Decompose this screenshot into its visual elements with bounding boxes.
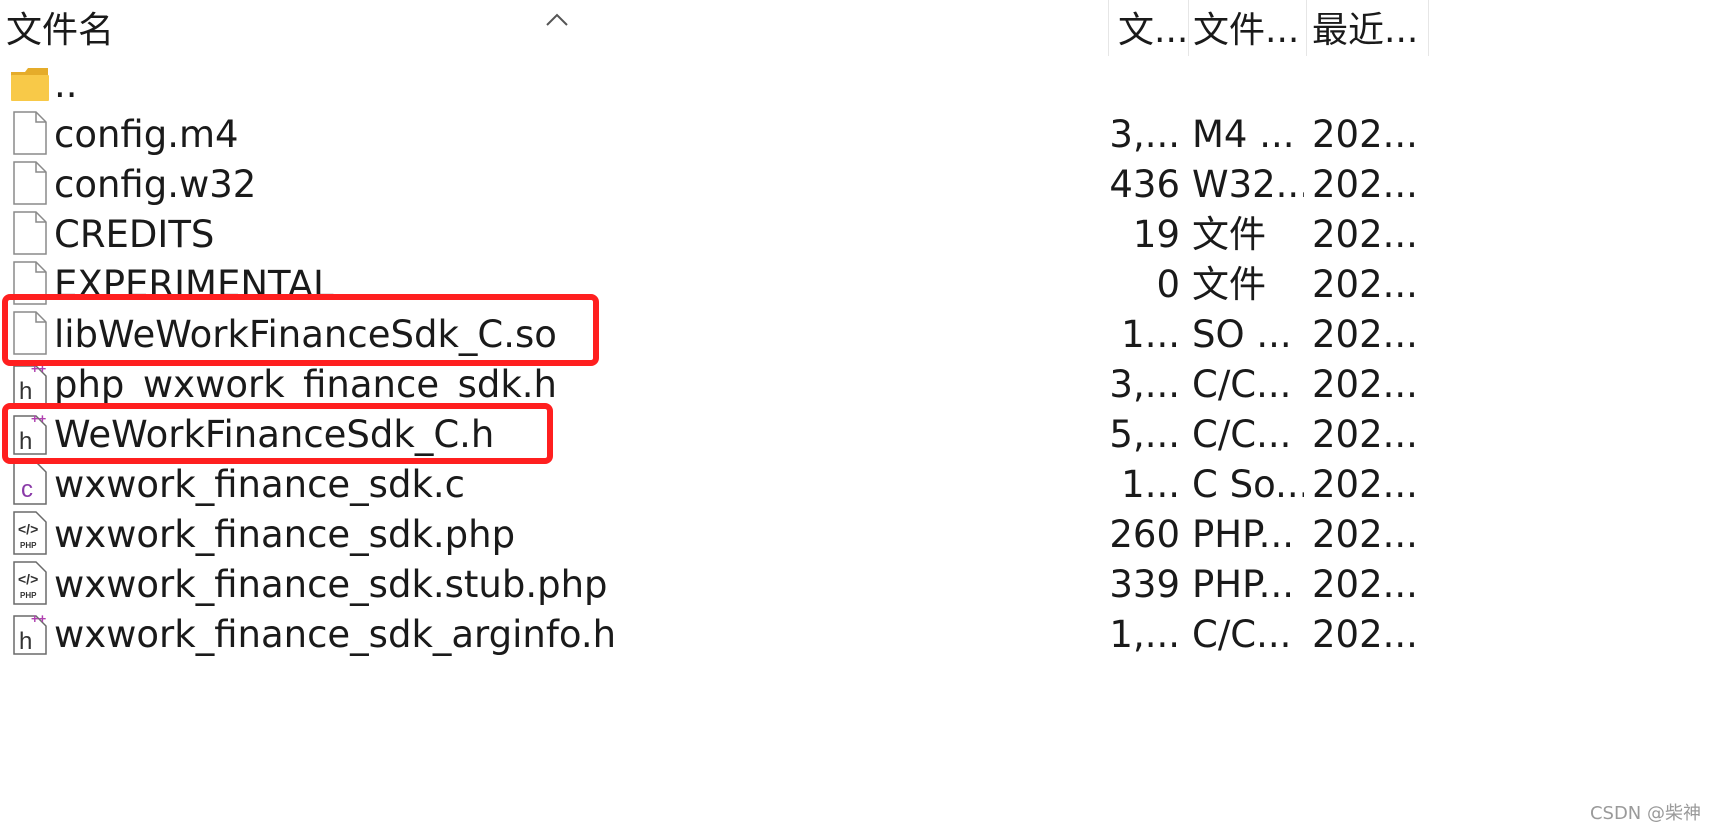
file-row[interactable]: h ++ wxwork_finance_sdk_arginfo.h 1,... … xyxy=(0,608,1430,658)
svg-text:</>: </> xyxy=(18,571,38,587)
file-row[interactable]: </> PHP wxwork_finance_sdk.php 260 PHP..… xyxy=(0,508,1430,558)
file-icon xyxy=(13,111,47,155)
file-modified: 202... xyxy=(1312,463,1418,506)
folder-icon xyxy=(11,68,49,101)
file-modified: 202... xyxy=(1312,163,1418,206)
column-header-size[interactable]: 文... xyxy=(1118,0,1190,56)
file-row[interactable]: c wxwork_finance_sdk.c 1... C So... 202.… xyxy=(0,458,1430,508)
file-name: config.w32 xyxy=(54,163,257,206)
file-size: 436 xyxy=(1109,163,1180,206)
file-modified: 202... xyxy=(1312,513,1418,556)
file-size: 1... xyxy=(1121,463,1180,506)
column-separator[interactable] xyxy=(1428,0,1429,56)
file-type: M4 ... xyxy=(1192,113,1295,156)
file-name: CREDITS xyxy=(54,213,215,256)
file-name: wxwork_finance_sdk_arginfo.h xyxy=(54,613,617,656)
file-icon xyxy=(13,311,47,355)
file-modified: 202... xyxy=(1312,263,1418,306)
column-header-type[interactable]: 文件... xyxy=(1193,0,1305,56)
file-type xyxy=(1192,58,1304,108)
file-row[interactable]: h ++ php_wxwork_finance_sdk.h 3,... C/C.… xyxy=(0,358,1430,408)
file-modified: 202... xyxy=(1312,363,1418,406)
file-row[interactable]: CREDITS 19 文件 202... xyxy=(0,208,1430,258)
file-row[interactable]: config.m4 3,... M4 ... 202... xyxy=(0,108,1430,158)
file-size: 3,... xyxy=(1109,363,1180,406)
file-row[interactable]: EXPERIMENTAL 0 文件 202... xyxy=(0,258,1430,308)
file-icon xyxy=(13,211,47,255)
file-row[interactable]: .. xyxy=(0,58,1430,108)
file-modified xyxy=(1312,58,1422,108)
file-name: EXPERIMENTAL xyxy=(54,263,334,306)
file-type: C/C... xyxy=(1192,613,1292,656)
column-separator[interactable] xyxy=(1108,0,1109,56)
file-size: 339 xyxy=(1109,563,1180,606)
file-name: WeWorkFinanceSdk_C.h xyxy=(54,413,495,456)
file-name: wxwork_finance_sdk.c xyxy=(54,463,465,506)
file-modified: 202... xyxy=(1312,413,1418,456)
file-name: config.m4 xyxy=(54,113,239,156)
php-file-icon: </> PHP xyxy=(13,561,47,605)
file-type: PHP... xyxy=(1192,563,1294,606)
column-header-name[interactable]: 文件名 xyxy=(6,0,306,56)
file-modified: 202... xyxy=(1312,313,1418,356)
svg-text:++: ++ xyxy=(31,361,47,376)
column-header-modified[interactable]: 最近... xyxy=(1312,0,1428,56)
file-size xyxy=(1100,58,1180,108)
file-type: W32... xyxy=(1192,163,1304,206)
file-size: 5,... xyxy=(1109,413,1180,456)
file-size: 260 xyxy=(1109,513,1180,556)
file-type: 文件 xyxy=(1192,263,1266,306)
file-type: PHP... xyxy=(1192,513,1294,556)
header-file-icon: h ++ xyxy=(13,361,47,405)
file-type: C/C... xyxy=(1192,413,1292,456)
file-icon xyxy=(13,161,47,205)
file-type: 文件 xyxy=(1192,213,1266,256)
file-name: php_wxwork_finance_sdk.h xyxy=(54,363,558,406)
file-modified: 202... xyxy=(1312,213,1418,256)
file-type: SO ... xyxy=(1192,313,1292,356)
column-header: 文件名 文... 文件... 最近... xyxy=(0,0,1430,56)
file-row[interactable]: </> PHP wxwork_finance_sdk.stub.php 339 … xyxy=(0,558,1430,608)
file-name: wxwork_finance_sdk.php xyxy=(54,513,516,556)
svg-text:++: ++ xyxy=(31,611,47,626)
c-source-file-icon: c xyxy=(13,461,47,505)
file-size: 3,... xyxy=(1109,113,1180,156)
file-size: 0 xyxy=(1156,263,1180,306)
file-type: C So... xyxy=(1192,463,1304,506)
header-file-icon: h ++ xyxy=(13,611,47,655)
file-name: .. xyxy=(54,63,78,106)
file-row[interactable]: h ++ WeWorkFinanceSdk_C.h 5,... C/C... 2… xyxy=(0,408,1430,458)
file-modified: 202... xyxy=(1312,563,1418,606)
svg-text:h: h xyxy=(19,428,32,455)
svg-text:h: h xyxy=(19,378,32,405)
file-type: C/C... xyxy=(1192,363,1292,406)
file-size: 1,... xyxy=(1109,613,1180,656)
svg-text:</>: </> xyxy=(18,521,38,537)
file-size: 19 xyxy=(1132,213,1180,256)
svg-text:c: c xyxy=(21,476,33,503)
file-name: libWeWorkFinanceSdk_C.so xyxy=(54,313,557,356)
svg-text:h: h xyxy=(19,628,32,655)
column-separator[interactable] xyxy=(1306,0,1307,56)
file-row[interactable]: config.w32 436 W32... 202... xyxy=(0,158,1430,208)
header-file-icon: h ++ xyxy=(13,411,47,455)
php-file-icon: </> PHP xyxy=(13,511,47,555)
file-size: 1... xyxy=(1121,313,1180,356)
svg-text:PHP: PHP xyxy=(20,541,37,550)
file-name: wxwork_finance_sdk.stub.php xyxy=(54,563,608,606)
svg-text:PHP: PHP xyxy=(20,591,37,600)
watermark: CSDN @柴神 xyxy=(1589,803,1701,824)
sort-ascending-icon xyxy=(546,13,568,26)
column-separator[interactable] xyxy=(1188,0,1189,56)
file-modified: 202... xyxy=(1312,113,1418,156)
file-modified: 202... xyxy=(1312,613,1418,656)
file-icon xyxy=(13,261,47,305)
file-row[interactable]: libWeWorkFinanceSdk_C.so 1... SO ... 202… xyxy=(0,308,1430,358)
svg-text:++: ++ xyxy=(31,411,47,426)
